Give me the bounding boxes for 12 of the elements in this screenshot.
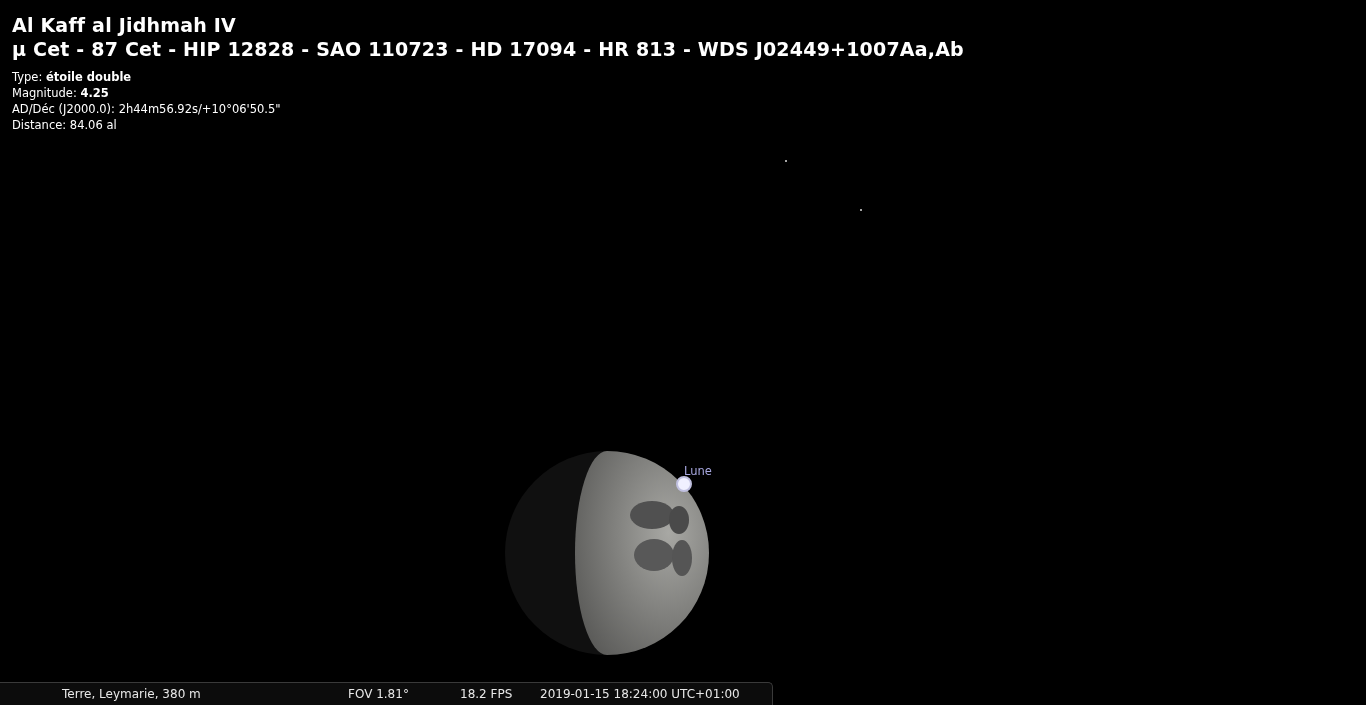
info-line: AD/Déc (J2000.0): 2h44m56.92s/+10°06'50.5" [12,101,282,117]
object-name: Al Kaff al Jidhmah IV [12,13,237,37]
fov-text: FOV 1.81° [348,687,410,701]
moon-label: Lune [684,464,712,478]
location-text: Terre, Leymarie, 380 m [62,687,202,701]
object-designations: μ Cet - 87 Cet - HIP 12828 - SAO 110723 - HD 17094 - HR 813 - WDS J02449+1007Aa,Ab [12,37,965,61]
fps-text: 18.2 FPS [460,687,514,701]
info-line: Magnitude: 4.25 [12,85,110,101]
selection-marker-icon [675,475,693,493]
info-line: Distance: 84.06 al [12,117,118,133]
datetime-text: 2019-01-15 18:24:00 UTC+01:00 [540,687,740,701]
info-line: Type: étoile double [12,69,133,85]
